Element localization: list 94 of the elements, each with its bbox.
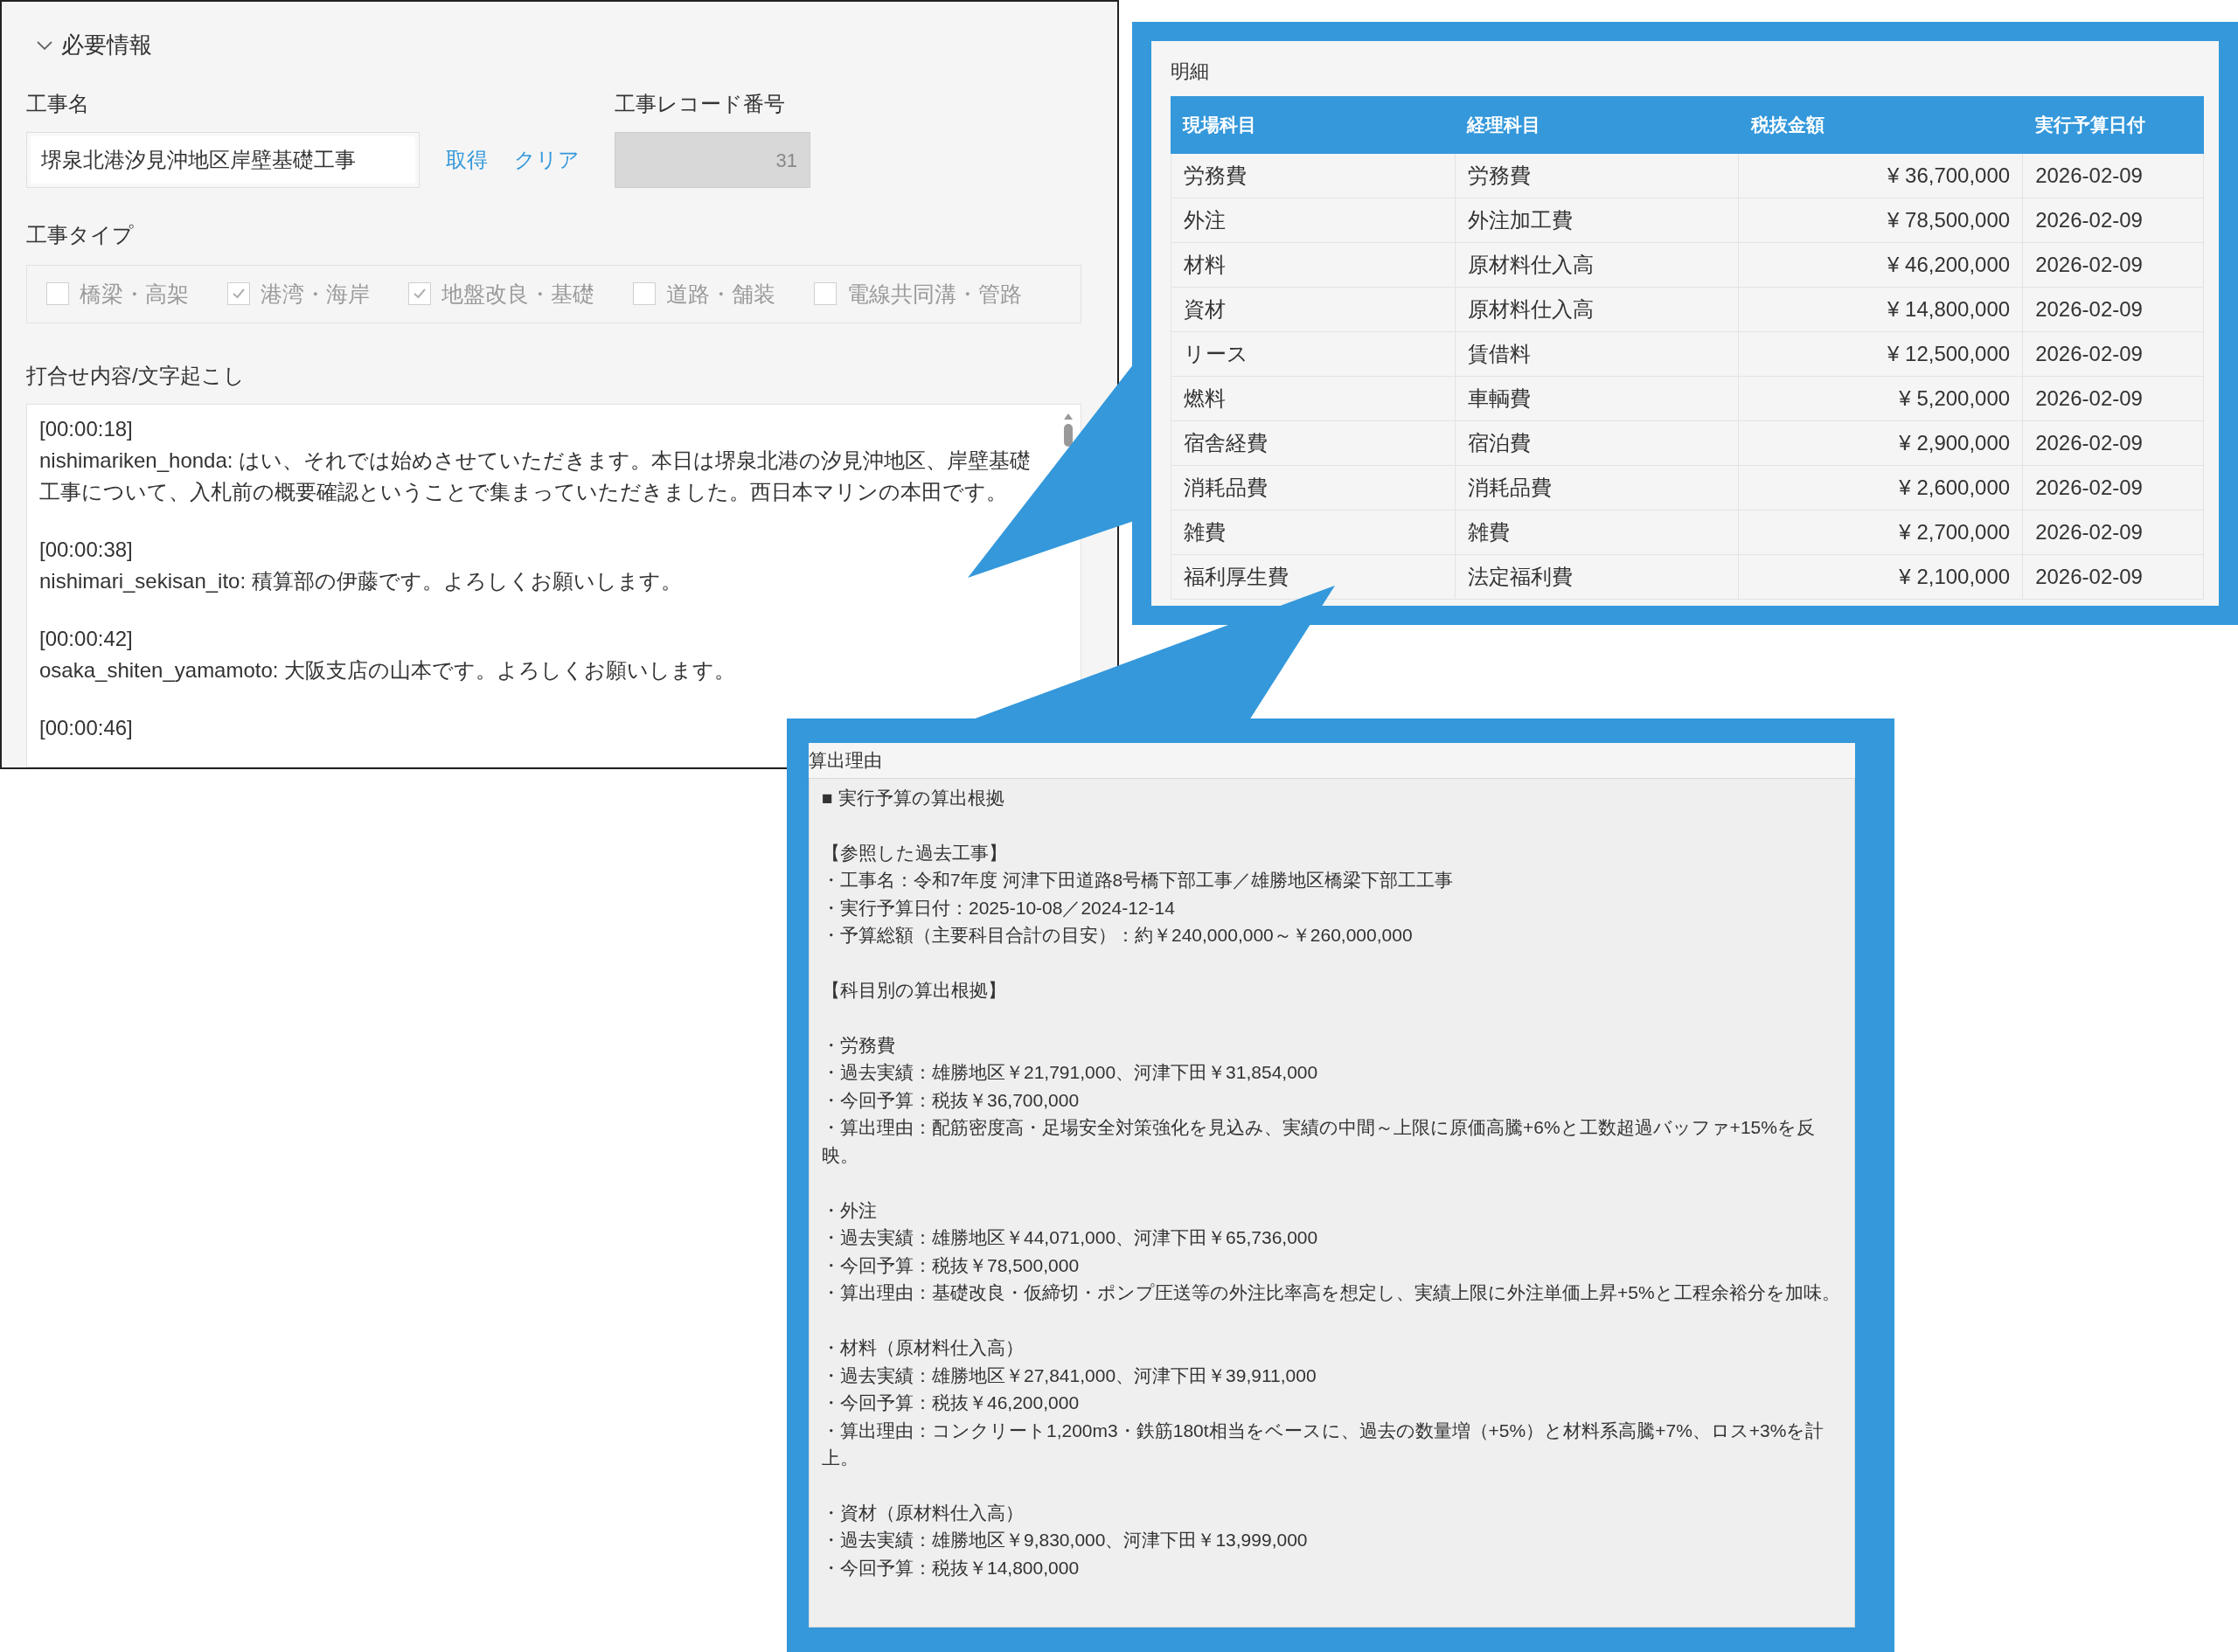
checkbox[interactable]	[227, 282, 250, 306]
table-cell: 2026-02-09	[2023, 288, 2204, 331]
reason-line: ・実行予算日付：2025-10-08／2024-12-14	[822, 896, 1176, 920]
checkbox[interactable]	[814, 282, 837, 306]
table-cell: 労務費	[1455, 154, 1740, 198]
transcript-line: osaka_shiten_yamamoto: 大阪支店の山本です。よろしくお願いします。	[39, 656, 737, 684]
timestamp: [00:00:46]	[39, 714, 134, 741]
checkbox[interactable]	[46, 282, 69, 306]
table-cell: ¥ 14,800,000	[1739, 288, 2024, 331]
checkbox-label: 電線共同溝・管路	[847, 280, 1022, 308]
table-cell: 法定福利費	[1455, 555, 1740, 599]
table-cell: 労務費	[1171, 154, 1456, 198]
reason-line: ・予算総額（主要科目合計の目安）：約￥240,000,000～￥260,000,000	[822, 924, 1414, 947]
table-cell: 資材	[1171, 288, 1456, 331]
table-cell: ¥ 12,500,000	[1739, 332, 2024, 376]
checkbox-label: 橋梁・高架	[80, 280, 189, 308]
checkbox-label: 道路・舗装	[666, 280, 775, 308]
reason-line: ・今回予算：税抜￥46,200,000	[822, 1392, 1081, 1415]
table-cell: 2026-02-09	[2023, 332, 2204, 376]
reason-line: ・資材（原材料仕入高）	[822, 1501, 1025, 1524]
table-cell: 2026-02-09	[2023, 154, 2204, 198]
reason-line: ・過去実績：雄勝地区￥9,830,000、河津下田￥13,999,000	[822, 1529, 1309, 1552]
table-cell: ¥ 5,200,000	[1739, 377, 2024, 420]
table-cell: 2026-02-09	[2023, 421, 2204, 465]
table-cell: 賃借料	[1455, 332, 1740, 376]
table-cell: 燃料	[1171, 377, 1456, 420]
reason-line: ・外注	[822, 1198, 878, 1222]
reason-line: ・過去実績：雄勝地区￥21,791,000、河津下田￥31,854,000	[822, 1061, 1319, 1085]
table-cell: ¥ 2,100,000	[1739, 555, 2024, 599]
reason-line: ・算出理由：基礎改良・仮締切・ポンプ圧送等の外注比率高を想定し、実績上限に外注単価上昇+5%と工程余裕分を加味。	[822, 1281, 1841, 1305]
column-header: 経理科目	[1465, 114, 1541, 137]
reason-line: ・算出理由：配筋密度高・足場安全対策強化を見込み、実績の中間～上限に原価高騰+6%と工数超過バッファ+15%を反映。	[822, 1116, 1816, 1167]
column-header: 現場科目	[1181, 114, 1257, 137]
field-label: 工事名	[26, 91, 90, 117]
table-cell: ¥ 46,200,000	[1739, 243, 2024, 287]
table-cell: ¥ 36,700,000	[1739, 154, 2024, 198]
reason-line: ・材料（原材料仕入高）	[822, 1336, 1025, 1359]
reason-line: ・算出理由：コンクリート1,200m3・鉄筋180t相当をベースに、過去の数量増（+5%）と材料系高騰+7%、ロス+3%を計上。	[822, 1419, 1825, 1470]
reason-line: ・工事名：令和7年度 河津下田道路8号橋下部工事／雄勝地区橋梁下部工工事	[822, 869, 1455, 892]
table-cell: 2026-02-09	[2023, 243, 2204, 287]
table-cell: 2026-02-09	[2023, 377, 2204, 420]
table-cell: ¥ 2,600,000	[1739, 466, 2024, 510]
panel-title: 明細	[1171, 59, 1210, 84]
table-cell: 消耗品費	[1171, 466, 1456, 510]
table-cell: 雑費	[1455, 510, 1740, 554]
table-cell: 2026-02-09	[2023, 510, 2204, 554]
field-label: 工事タイプ	[26, 222, 135, 248]
reason-line: ■ 実行予算の算出根拠	[822, 787, 1005, 809]
reason-line: ・労務費	[822, 1033, 896, 1057]
timestamp: [00:00:42]	[39, 625, 134, 652]
table-cell: 宿舎経費	[1171, 421, 1456, 465]
transcript-line: nishimariken_honda: はい、それでは始めさせていただきます。本日は堺泉北港の汐見沖地区、岸壁基礎工事について、入札前の概要確認ということで集まっていただきました。西日本マリンの本田です。	[39, 447, 1032, 505]
reason-line: ・今回予算：税抜￥36,700,000	[822, 1088, 1081, 1112]
section-title: 必要情報	[61, 31, 152, 59]
checkbox[interactable]	[633, 282, 656, 306]
table-cell: 外注	[1171, 198, 1456, 242]
table-cell: 消耗品費	[1455, 466, 1740, 510]
checkbox[interactable]	[408, 282, 431, 306]
scrollbar-thumb[interactable]	[1064, 423, 1073, 447]
panel-title: 算出理由	[809, 749, 883, 772]
checkbox-label: 地盤改良・基礎	[441, 280, 594, 308]
checkbox-label: 港湾・海岸	[261, 280, 370, 308]
reason-line: ・今回予算：税抜￥78,500,000	[822, 1253, 1081, 1277]
field-label: 工事レコード番号	[615, 91, 786, 117]
reason-line: 【参照した過去工事】	[822, 841, 1008, 864]
reason-line: ・今回予算：税抜￥14,800,000	[822, 1557, 1081, 1580]
table-cell: 原材料仕入高	[1455, 243, 1740, 287]
table-cell: 車輌費	[1455, 377, 1740, 420]
table-cell: 材料	[1171, 243, 1456, 287]
table-cell: 2026-02-09	[2023, 198, 2204, 242]
transcript-area[interactable]	[26, 403, 1081, 767]
table-cell: ¥ 78,500,000	[1739, 198, 2024, 242]
clear-link[interactable]: クリア	[514, 144, 580, 176]
reason-line: ・過去実績：雄勝地区￥27,841,000、河津下田￥39,911,000	[822, 1364, 1317, 1387]
reason-line: 【科目別の算出根拠】	[822, 978, 1007, 1002]
record-number-field[interactable]: 31	[615, 132, 810, 188]
table-cell: 原材料仕入高	[1455, 288, 1740, 331]
reason-line: ・過去実績：雄勝地区￥44,071,000、河津下田￥65,736,000	[822, 1226, 1319, 1250]
timestamp: [00:00:38]	[39, 536, 134, 563]
table-cell: 宿泊費	[1455, 421, 1740, 465]
table-cell: 2026-02-09	[2023, 466, 2204, 510]
table-cell: ¥ 2,900,000	[1739, 421, 2024, 465]
column-header: 税抜金額	[1749, 114, 1825, 137]
table-cell: ¥ 2,700,000	[1739, 510, 2024, 554]
table-cell: 雑費	[1171, 510, 1456, 554]
column-header: 実行予算日付	[2034, 114, 2146, 137]
fetch-link[interactable]: 取得	[446, 144, 488, 176]
field-label: 打合せ内容/文字起こし	[26, 362, 246, 389]
table-cell: リース	[1171, 332, 1456, 376]
project-name-field[interactable]: 堺泉北港汐見沖地区岸壁基礎工事	[26, 132, 420, 188]
transcript-line: nishimari_sekisan_ito: 積算部の伊藤です。よろしくお願いします。	[39, 567, 683, 594]
table-cell: 2026-02-09	[2023, 555, 2204, 599]
timestamp: [00:00:18]	[39, 415, 134, 442]
table-cell: 外注加工費	[1455, 198, 1740, 242]
